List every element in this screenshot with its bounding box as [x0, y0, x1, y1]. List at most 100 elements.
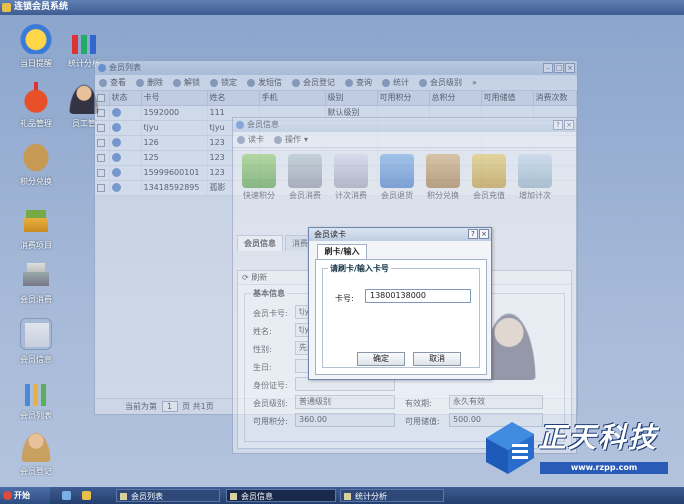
- ok-button[interactable]: 确定: [357, 352, 405, 366]
- smiley-clock-icon: [20, 22, 52, 54]
- maximize-button[interactable]: □: [554, 63, 564, 73]
- close-button[interactable]: ×: [565, 63, 575, 73]
- column-header[interactable]: 总积分: [429, 91, 482, 106]
- select-all-checkbox[interactable]: [95, 91, 110, 106]
- cancel-button[interactable]: 取消: [413, 352, 461, 366]
- operations-menu[interactable]: 操作 ▾: [274, 134, 308, 145]
- column-header[interactable]: 状态: [109, 91, 142, 106]
- table-header-row: 状态 卡号 姓名 手机 级别 可用积分 总积分 可用储值 消费次数: [95, 91, 577, 106]
- desktop-icon-member-info[interactable]: 会员信息: [6, 318, 66, 365]
- lock-button[interactable]: 锁定: [210, 77, 237, 88]
- desktop-icon-member-consumption[interactable]: 会员消费: [6, 258, 66, 305]
- level-icon: [419, 78, 427, 87]
- dialog-titlebar[interactable]: 会员读卡 ? ×: [309, 228, 491, 241]
- cash-register-icon: [20, 258, 52, 290]
- start-button[interactable]: 开始: [0, 487, 50, 504]
- refresh-label: 刷新: [251, 273, 268, 282]
- desktop-icon-consumption-items[interactable]: 消费项目: [6, 204, 66, 251]
- member-consumption-button[interactable]: 会员消费: [285, 154, 325, 201]
- read-card-button[interactable]: 读卡: [237, 134, 264, 145]
- desktop-icon-member-register[interactable]: 会员登记: [6, 430, 66, 477]
- member-level-field[interactable]: 普通级别: [295, 395, 395, 409]
- page-number-input[interactable]: 1: [161, 401, 178, 412]
- row-checkbox[interactable]: [97, 108, 105, 117]
- gift-icon: [20, 82, 52, 114]
- column-header[interactable]: 卡号: [141, 91, 208, 106]
- row-checkbox[interactable]: [97, 138, 105, 147]
- dialog-panel: 请刷卡/输入卡号 卡号: 13800138000 确定 取消: [315, 259, 487, 375]
- close-button[interactable]: ×: [564, 120, 574, 130]
- row-checkbox[interactable]: [97, 183, 105, 192]
- logo-mark-icon: [486, 422, 534, 474]
- add-count-button[interactable]: 增加计次: [515, 154, 555, 201]
- button-label: 删除: [147, 78, 163, 87]
- window-icon: [230, 493, 237, 500]
- member-list-titlebar[interactable]: 会员列表 – □ ×: [95, 61, 577, 75]
- action-icon-bar: 快速积分 会员消费 计次消费 会员退货 积分兑换 会员充值 增加计次: [233, 148, 576, 201]
- tab-member-info[interactable]: 会员信息: [237, 235, 283, 251]
- task-stats[interactable]: 统计分析: [340, 489, 444, 502]
- sms-button[interactable]: 发短信: [247, 77, 282, 88]
- status-icon: [111, 183, 121, 192]
- desktop-icon-member-list[interactable]: 会员列表: [6, 374, 66, 421]
- field-label: 会员级别:: [253, 399, 288, 408]
- column-header[interactable]: 可用储值: [481, 91, 534, 106]
- brand-url: www.rzpp.com: [540, 462, 668, 474]
- pager-prefix: 当前为第: [125, 402, 157, 411]
- member-info-titlebar[interactable]: 会员信息 ? ×: [233, 118, 576, 132]
- status-icon: [111, 153, 121, 162]
- quick-launch-desktop-icon[interactable]: [62, 491, 71, 500]
- quick-points-icon: [242, 154, 276, 188]
- valid-period-field[interactable]: 永久有效: [449, 395, 543, 409]
- action-label: 快速积分: [243, 191, 275, 200]
- basket-icon: [20, 204, 52, 236]
- card-number-label: 卡号:: [335, 294, 354, 303]
- stats-button[interactable]: 统计: [382, 77, 409, 88]
- tab-swipe-input[interactable]: 刷卡/输入: [317, 244, 367, 259]
- column-header[interactable]: 手机: [259, 91, 326, 106]
- row-checkbox[interactable]: [97, 168, 105, 177]
- read-card-dialog[interactable]: 会员读卡 ? × 刷卡/输入 请刷卡/输入卡号 卡号: 13800138000 …: [308, 227, 492, 380]
- member-level-button[interactable]: 会员级别: [419, 77, 462, 88]
- row-checkbox[interactable]: [97, 123, 105, 132]
- window-icon: [344, 493, 351, 500]
- desktop-icon-points-exchange[interactable]: 积分兑换: [6, 140, 66, 187]
- dialog-title: 会员读卡: [314, 230, 346, 239]
- available-points-field[interactable]: 360.00: [295, 413, 395, 427]
- points-exchange-button[interactable]: 积分兑换: [423, 154, 463, 201]
- desktop-icon-label: 会员信息: [20, 355, 52, 364]
- count-consumption-button[interactable]: 计次消费: [331, 154, 371, 201]
- column-header[interactable]: 级别: [325, 91, 378, 106]
- help-button[interactable]: ?: [468, 229, 478, 239]
- row-checkbox[interactable]: [97, 153, 105, 162]
- task-member-list[interactable]: 会员列表: [116, 489, 220, 502]
- view-icon: [99, 78, 107, 87]
- desktop-icon-label: 会员登记: [20, 467, 52, 476]
- quick-points-button[interactable]: 快速积分: [239, 154, 279, 201]
- column-header[interactable]: 可用积分: [377, 91, 430, 106]
- desktop-icon-label: 礼品管理: [20, 119, 52, 128]
- unlock-button[interactable]: 解锁: [173, 77, 200, 88]
- quick-launch-app-icon[interactable]: [82, 491, 91, 500]
- button-label: 查询: [356, 78, 372, 87]
- task-member-info[interactable]: 会员信息: [226, 489, 336, 502]
- query-button[interactable]: 查询: [345, 77, 372, 88]
- cash-register-icon: [288, 154, 322, 188]
- column-header[interactable]: 消费次数: [533, 91, 577, 106]
- card-number-input[interactable]: 13800138000: [365, 289, 471, 303]
- help-button[interactable]: ?: [553, 120, 563, 130]
- return-icon: [380, 154, 414, 188]
- column-header[interactable]: 姓名: [207, 91, 260, 106]
- member-recharge-button[interactable]: 会员充值: [469, 154, 509, 201]
- view-button[interactable]: 查看: [99, 77, 126, 88]
- member-return-button[interactable]: 会员退货: [377, 154, 417, 201]
- delete-button[interactable]: 删除: [136, 77, 163, 88]
- register-icon: [292, 78, 300, 87]
- action-label: 计次消费: [335, 191, 367, 200]
- minimize-button[interactable]: –: [543, 63, 553, 73]
- close-button[interactable]: ×: [479, 229, 489, 239]
- button-label: 发短信: [258, 78, 282, 87]
- toolbar-overflow-button[interactable]: »: [472, 78, 477, 87]
- field-label: 生日:: [253, 363, 272, 372]
- register-button[interactable]: 会员登记: [292, 77, 335, 88]
